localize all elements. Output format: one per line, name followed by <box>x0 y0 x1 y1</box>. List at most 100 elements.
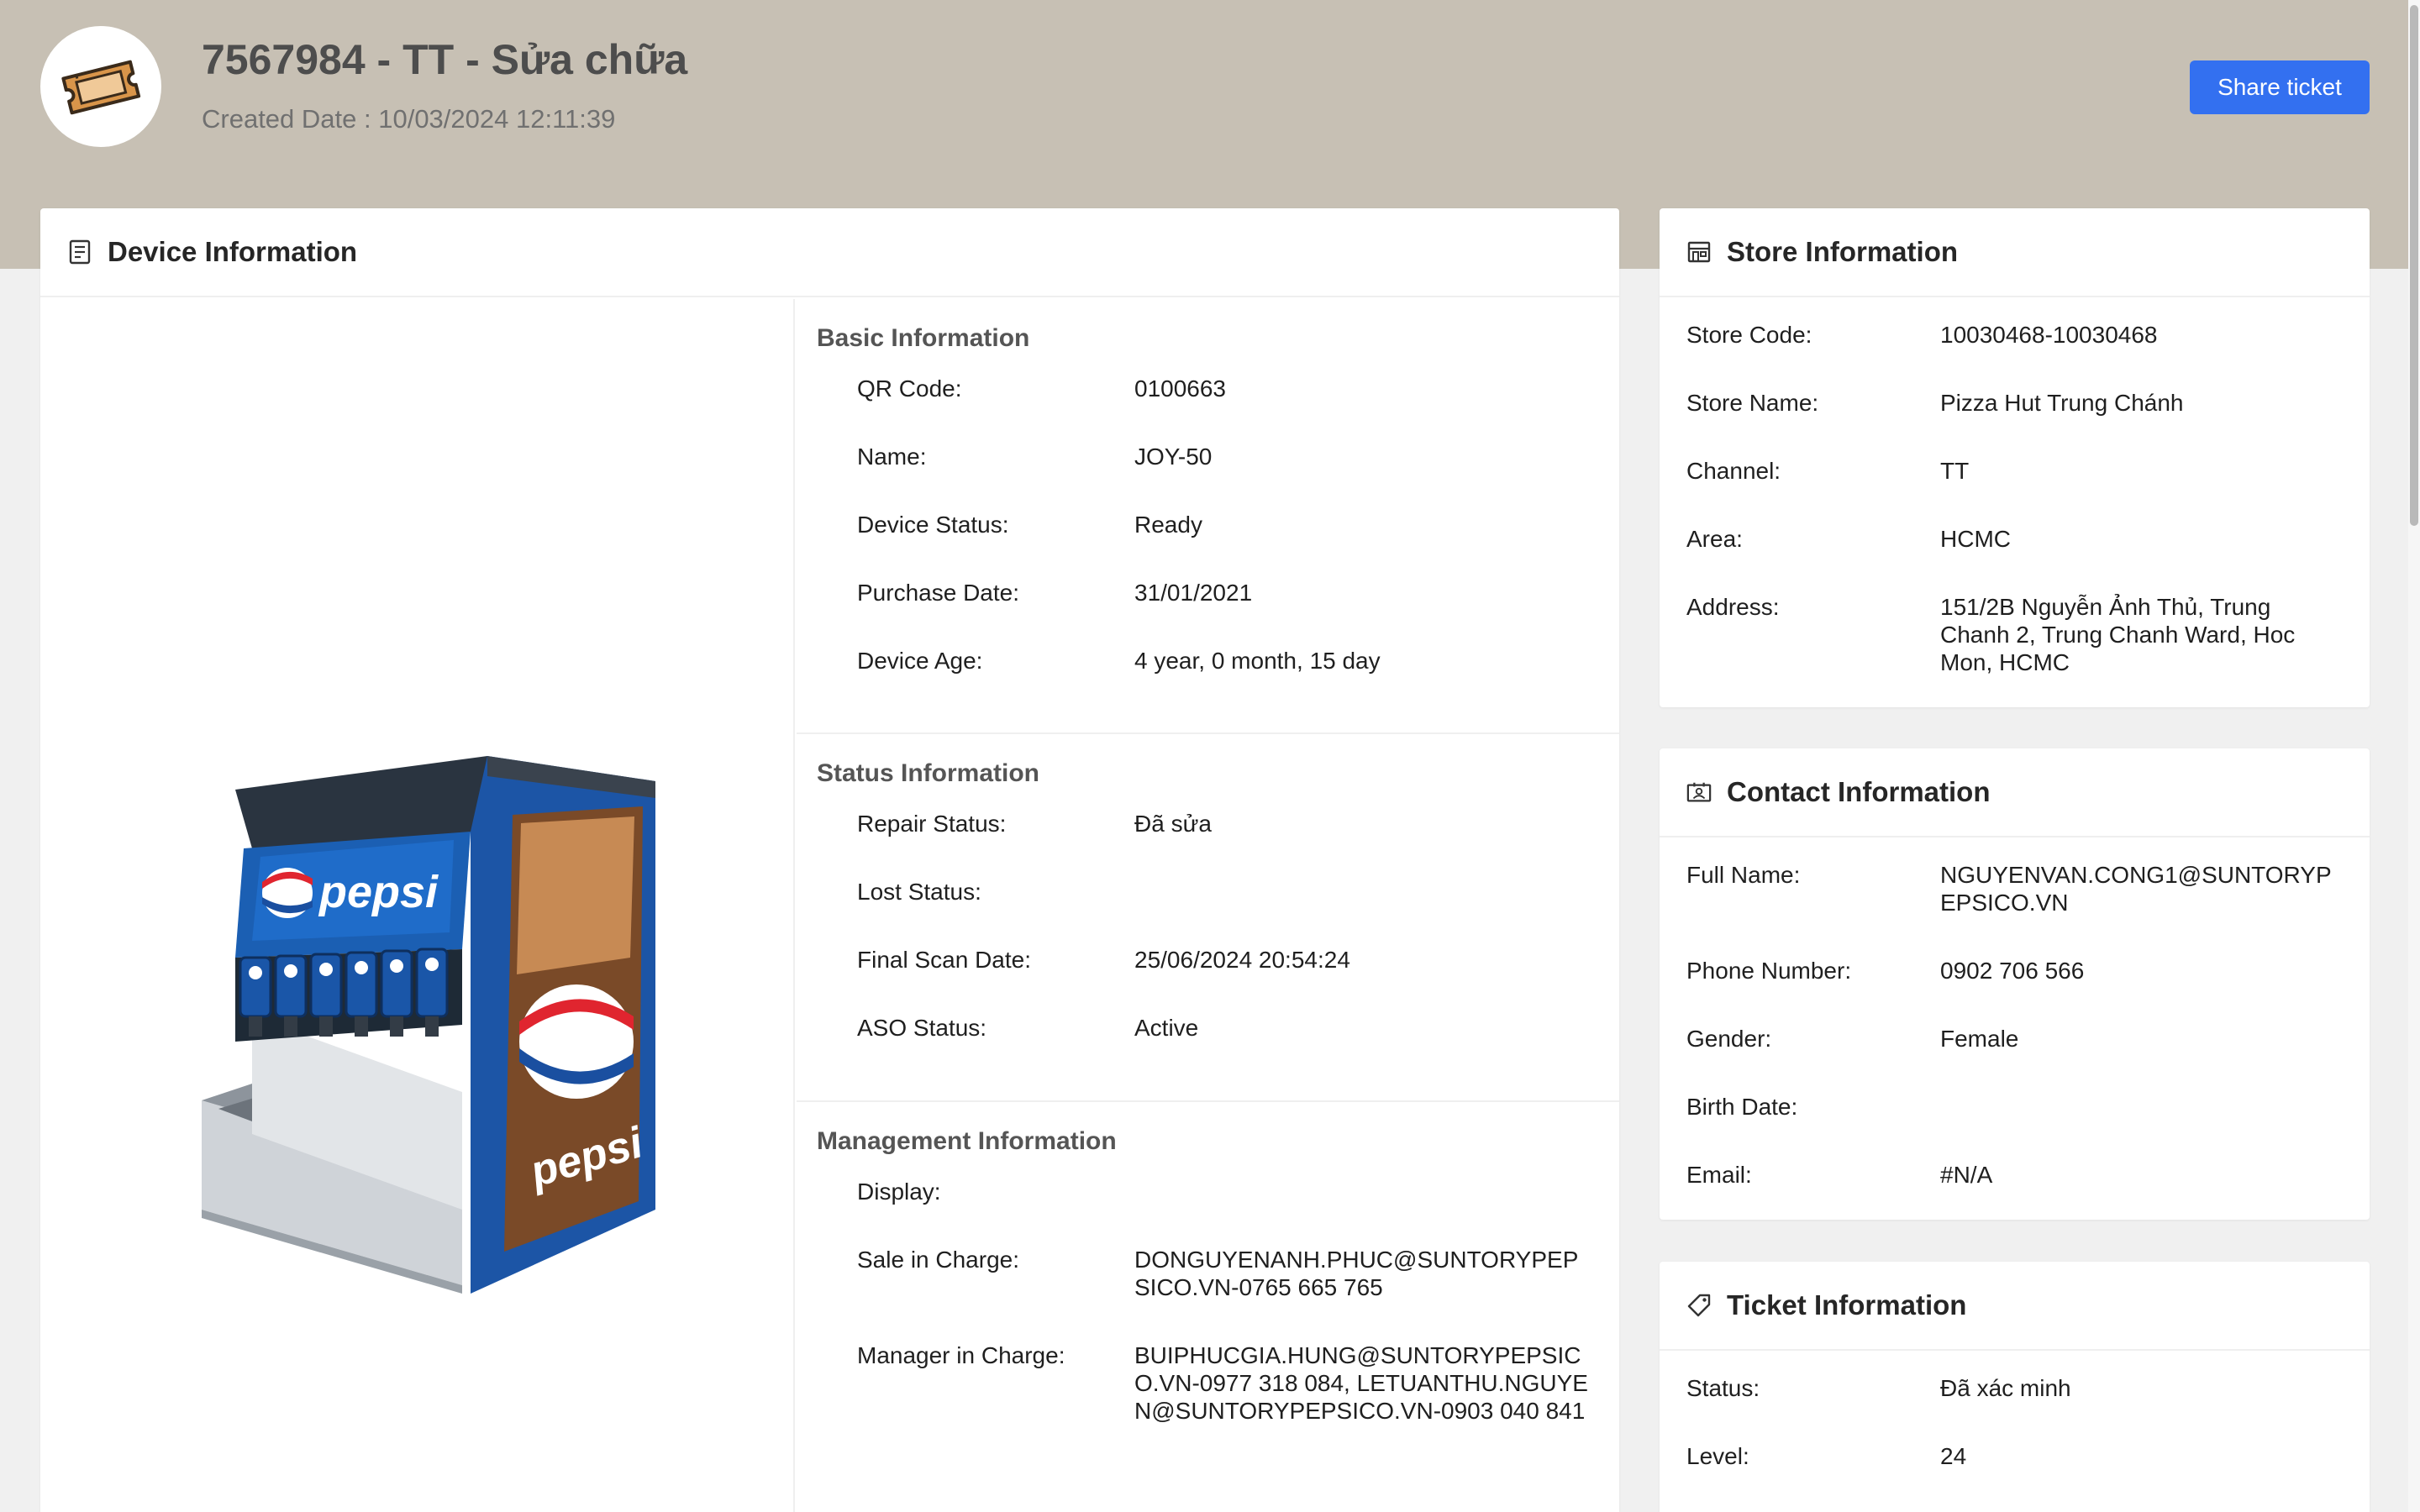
scrollbar-thumb[interactable] <box>2410 5 2418 526</box>
info-row: ASO Status: Active <box>797 1014 1619 1082</box>
field-label: Final Scan Date: <box>857 947 1031 973</box>
field-value: JOY-50 <box>1134 444 1213 470</box>
ticket-title: 7567984 - TT - Sửa chữa <box>202 36 688 83</box>
field-value: 0902 706 566 <box>1940 958 2085 984</box>
contact-card-icon <box>1686 780 1712 805</box>
field-label: Area: <box>1686 526 1743 552</box>
info-row: Full Name: NGUYENVAN.CONG1@SUNTORYPEPSICO… <box>1660 861 2370 957</box>
field-value: 10030468-10030468 <box>1940 322 2158 348</box>
field-value: 0100663 <box>1134 375 1227 402</box>
field-value: 151/2B Nguyễn Ảnh Thủ, Trung Chanh 2, Tr… <box>1940 594 2296 675</box>
info-row: Final Scan Date: 25/06/2024 20:54:24 <box>797 946 1619 1014</box>
field-value: 25/06/2024 20:54:24 <box>1134 947 1350 973</box>
field-label: Phone Number: <box>1686 958 1852 984</box>
tag-icon <box>1686 1293 1712 1318</box>
field-label: Purchase Date: <box>857 580 1019 606</box>
field-label: Lost Status: <box>857 879 981 905</box>
ticket-card-title: Ticket Information <box>1727 1289 1967 1320</box>
document-icon <box>67 239 92 265</box>
device-card-title: Device Information <box>108 236 358 267</box>
info-row: Birth Date: <box>1660 1093 2370 1161</box>
info-row: Device Status: Ready <box>797 511 1619 579</box>
field-value: Ready <box>1134 512 1202 538</box>
field-label: Channel: <box>1686 458 1781 484</box>
info-row: Device Age: 4 year, 0 month, 15 day <box>797 647 1619 715</box>
field-label: Repair Status: <box>857 811 1007 837</box>
field-label: Manager in Charge: <box>857 1342 1065 1368</box>
field-value: TT <box>1940 458 1970 484</box>
field-value: Đã sửa <box>1134 811 1212 837</box>
field-value: Pizza Hut Trung Chánh <box>1940 390 2184 416</box>
section-title: Status Information <box>817 759 1040 787</box>
device-info-pane: Basic Information QR Code: 0100663 Name: J… <box>797 299 1619 1425</box>
info-row: Address: 151/2B Nguyễn Ảnh Thủ, Trung Cha… <box>1660 593 2370 676</box>
device-information-card: Device Information pepsi pepsi Basic Inf… <box>40 208 1619 1512</box>
device-image-pane: pepsi pepsi <box>40 299 795 1512</box>
store-card-title: Store Information <box>1727 236 1959 267</box>
field-value: Female <box>1940 1026 2019 1052</box>
field-value: BUIPHUCGIA.HUNG@SUNTORYPEPSICO.VN-0977 3… <box>1134 1342 1588 1424</box>
field-label: Birth Date: <box>1686 1094 1798 1120</box>
field-value: 24 <box>1940 1443 1967 1469</box>
store-card-header: Store Information <box>1660 208 2370 297</box>
info-row: Status: Đã xác minh <box>1660 1374 2370 1442</box>
info-row: Phone Number: 0902 706 566 <box>1660 957 2370 1025</box>
field-value <box>1134 1178 1588 1246</box>
field-value: Active <box>1134 1015 1199 1041</box>
field-label: Store Code: <box>1686 322 1812 348</box>
created-date: Created Date : 10/03/2024 12:11:39 <box>202 104 616 134</box>
field-label: Status: <box>1686 1375 1760 1401</box>
ticket-avatar <box>40 26 161 147</box>
field-label: Sale in Charge: <box>857 1247 1020 1273</box>
info-row: Gender: Female <box>1660 1025 2370 1093</box>
field-value: DONGUYENANH.PHUC@SUNTORYPEPSICO.VN-0765 … <box>1134 1247 1579 1300</box>
field-value: Đã xác minh <box>1940 1375 2071 1401</box>
info-row: Level: 24 <box>1660 1442 2370 1510</box>
field-label: Store Name: <box>1686 390 1819 416</box>
status-information-section: Status Information Repair Status: Đã sửa … <box>797 734 1619 1102</box>
section-title: Management Information <box>817 1127 1117 1155</box>
store-information-card: Store Information Store Code: 10030468-10… <box>1660 208 2370 707</box>
info-row: Display: <box>797 1178 1619 1246</box>
field-label: Address: <box>1686 594 1780 620</box>
device-card-header: Device Information <box>40 208 1619 297</box>
field-label: Display: <box>857 1179 941 1205</box>
svg-text:pepsi: pepsi <box>318 867 439 917</box>
field-label: Device Status: <box>857 512 1009 538</box>
field-label: Full Name: <box>1686 862 1801 888</box>
field-label: Email: <box>1686 1162 1752 1188</box>
info-row: Manager in Charge: BUIPHUCGIA.HUNG@SUNTOR… <box>797 1341 1619 1425</box>
field-label: Gender: <box>1686 1026 1772 1052</box>
field-label: QR Code: <box>857 375 962 402</box>
field-label: Level: <box>1686 1443 1749 1469</box>
info-row: Store Name: Pizza Hut Trung Chánh <box>1660 389 2370 457</box>
field-value: NGUYENVAN.CONG1@SUNTORYPEPSICO.VN <box>1940 862 2332 916</box>
scrollbar[interactable] <box>2408 0 2420 1512</box>
info-row: Purchase Date: 31/01/2021 <box>797 579 1619 647</box>
info-row: Repair Status: Đã sửa <box>797 810 1619 878</box>
info-row: Sale in Charge: DONGUYENANH.PHUC@SUNTORYP… <box>797 1246 1619 1341</box>
contact-card-title: Contact Information <box>1727 776 1991 807</box>
store-icon <box>1686 239 1712 265</box>
ticket-icon <box>61 60 141 115</box>
ticket-card-header: Ticket Information <box>1660 1262 2370 1351</box>
device-image: pepsi pepsi <box>202 756 655 1294</box>
field-label: Name: <box>857 444 927 470</box>
info-row: Name: JOY-50 <box>797 443 1619 511</box>
field-label: ASO Status: <box>857 1015 987 1041</box>
field-value: 31/01/2021 <box>1134 580 1253 606</box>
section-title: Basic Information <box>817 324 1030 352</box>
field-value <box>1134 878 1588 946</box>
field-value: 4 year, 0 month, 15 day <box>1134 648 1381 674</box>
contact-card-header: Contact Information <box>1660 748 2370 837</box>
field-value: HCMC <box>1940 526 2011 552</box>
basic-information-section: Basic Information QR Code: 0100663 Name: J… <box>797 299 1619 734</box>
info-row: Area: HCMC <box>1660 525 2370 593</box>
field-value <box>1940 1093 2344 1161</box>
info-row: QR Code: 0100663 <box>797 375 1619 443</box>
ticket-information-card: Ticket Information Status: Đã xác minh Le… <box>1660 1262 2370 1512</box>
field-label: Device Age: <box>857 648 983 674</box>
info-row: Lost Status: <box>797 878 1619 946</box>
share-ticket-button[interactable]: Share ticket <box>2190 60 2370 114</box>
management-information-section: Management Information Display: Sale in … <box>797 1102 1619 1425</box>
